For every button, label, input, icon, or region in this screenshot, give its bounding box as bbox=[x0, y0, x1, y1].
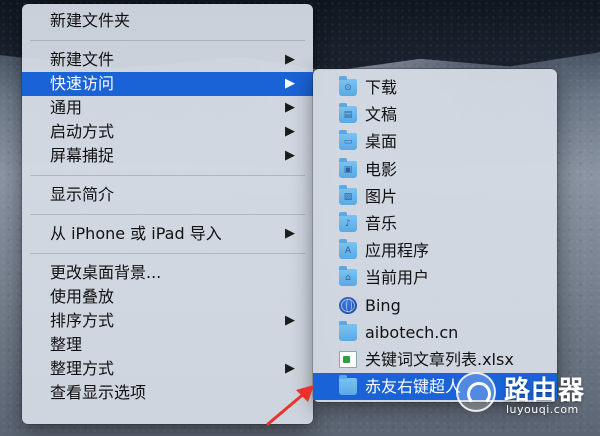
menu-item-label: 新建文件 bbox=[50, 50, 115, 69]
submenu-arrow-icon: ▶ bbox=[285, 226, 295, 241]
submenu-item-label: Bing bbox=[365, 295, 401, 315]
folder-icon bbox=[339, 375, 357, 396]
submenu-item-bing[interactable]: Bing bbox=[313, 292, 557, 319]
menu-separator bbox=[30, 214, 305, 215]
menu-item-new-folder[interactable]: 新建文件夹 bbox=[22, 9, 313, 33]
submenu-arrow-icon: ▶ bbox=[285, 313, 295, 328]
menu-item-label: 新建文件夹 bbox=[50, 11, 131, 30]
menu-item-label: 快速访问 bbox=[50, 74, 115, 93]
menu-item-change-background[interactable]: 更改桌面背景... bbox=[22, 261, 313, 285]
menu-item-clean-up-by[interactable]: 整理方式 ▶ bbox=[22, 357, 313, 381]
menu-item-label: 从 iPhone 或 iPad 导入 bbox=[50, 224, 222, 243]
submenu-item-label: 当前用户 bbox=[365, 268, 430, 288]
submenu-item-label: 文稿 bbox=[365, 105, 398, 125]
menu-item-screen-capture[interactable]: 屏幕捕捉 ▶ bbox=[22, 144, 313, 168]
menu-item-use-stacks[interactable]: 使用叠放 bbox=[22, 285, 313, 309]
menu-item-label: 查看显示选项 bbox=[50, 383, 147, 402]
submenu-item-desktop[interactable]: ▭ 桌面 bbox=[313, 128, 557, 155]
menu-item-label: 排序方式 bbox=[50, 311, 115, 330]
submenu-item-current-user[interactable]: ⌂ 当前用户 bbox=[313, 264, 557, 291]
menu-item-label: 屏幕捕捉 bbox=[50, 146, 115, 165]
submenu-item-label: 关键词文章列表.xlsx bbox=[365, 349, 514, 369]
menu-item-label: 使用叠放 bbox=[50, 287, 115, 306]
menu-item-label: 整理方式 bbox=[50, 359, 115, 378]
submenu-item-documents[interactable]: ▤ 文稿 bbox=[313, 101, 557, 128]
desktop-context-menu: 新建文件夹 新建文件 ▶ 快速访问 ▶ 通用 ▶ 启动方式 ▶ 屏幕捕捉 ▶ 显示简介 从… bbox=[22, 4, 313, 424]
menu-item-new-file[interactable]: 新建文件 ▶ bbox=[22, 48, 313, 72]
watermark: 路由器 luyouqi.com bbox=[454, 368, 594, 420]
menu-item-label: 启动方式 bbox=[50, 122, 115, 141]
annotation-arrow-icon bbox=[266, 385, 314, 426]
submenu-item-label: 下载 bbox=[365, 78, 398, 97]
submenu-arrow-icon: ▶ bbox=[285, 100, 295, 115]
submenu-item-aibotech[interactable]: aibotech.cn bbox=[313, 319, 557, 346]
menu-item-general[interactable]: 通用 ▶ bbox=[22, 96, 313, 120]
pictures-folder-icon: ▨ bbox=[339, 184, 357, 205]
submenu-arrow-icon: ▶ bbox=[285, 124, 295, 139]
menu-item-sort-by[interactable]: 排序方式 ▶ bbox=[22, 309, 313, 333]
submenu-item-label: 图片 bbox=[365, 186, 398, 206]
router-logo-icon bbox=[456, 372, 496, 412]
menu-separator bbox=[30, 175, 305, 176]
watermark-subtitle: luyouqi.com bbox=[506, 403, 579, 416]
menu-item-label: 更改桌面背景... bbox=[50, 263, 162, 282]
submenu-item-label: 赤友右键超人 bbox=[365, 377, 462, 397]
submenu-arrow-icon: ▶ bbox=[285, 148, 295, 163]
submenu-arrow-icon: ▶ bbox=[285, 361, 295, 376]
menu-item-label: 显示简介 bbox=[50, 185, 115, 204]
menu-item-launch-method[interactable]: 启动方式 ▶ bbox=[22, 120, 313, 144]
watermark-title: 路由器 bbox=[504, 376, 586, 406]
submenu-item-label: 应用程序 bbox=[365, 241, 430, 261]
submenu-item-downloads[interactable]: ⊙ 下载 bbox=[313, 74, 557, 101]
menu-item-label: 通用 bbox=[50, 98, 83, 117]
xlsx-file-icon bbox=[339, 350, 357, 368]
documents-folder-icon: ▤ bbox=[339, 103, 357, 124]
submenu-item-label: 音乐 bbox=[365, 213, 398, 233]
menu-item-show-info[interactable]: 显示简介 bbox=[22, 183, 313, 207]
applications-folder-icon: A bbox=[339, 239, 357, 260]
folder-icon bbox=[339, 320, 357, 341]
submenu-item-applications[interactable]: A 应用程序 bbox=[313, 237, 557, 264]
submenu-item-pictures[interactable]: ▨ 图片 bbox=[313, 183, 557, 210]
submenu-arrow-icon: ▶ bbox=[285, 76, 295, 91]
movies-folder-icon: ▣ bbox=[339, 157, 357, 178]
submenu-item-label: 桌面 bbox=[365, 132, 398, 152]
home-folder-icon: ⌂ bbox=[339, 266, 357, 287]
menu-item-import-from-device[interactable]: 从 iPhone 或 iPad 导入 ▶ bbox=[22, 222, 313, 246]
desktop-folder-icon: ▭ bbox=[339, 130, 357, 151]
globe-icon bbox=[339, 296, 357, 314]
submenu-item-label: aibotech.cn bbox=[365, 322, 459, 342]
menu-item-label: 整理 bbox=[50, 335, 83, 354]
music-folder-icon: ♪ bbox=[339, 211, 357, 232]
submenu-item-music[interactable]: ♪ 音乐 bbox=[313, 210, 557, 237]
submenu-item-label: 电影 bbox=[365, 159, 398, 179]
menu-item-quick-access[interactable]: 快速访问 ▶ bbox=[22, 72, 313, 96]
submenu-item-movies[interactable]: ▣ 电影 bbox=[313, 156, 557, 183]
submenu-arrow-icon: ▶ bbox=[285, 52, 295, 67]
quick-access-submenu: ⊙ 下载 ▤ 文稿 ▭ 桌面 ▣ 电影 ▨ 图片 ♪ 音乐 A 应用程序 ⌂ 当前用户 Bing… bbox=[313, 69, 557, 402]
menu-separator bbox=[30, 253, 305, 254]
menu-separator bbox=[30, 40, 305, 41]
menu-item-clean-up[interactable]: 整理 bbox=[22, 333, 313, 357]
downloads-folder-icon: ⊙ bbox=[339, 76, 357, 96]
